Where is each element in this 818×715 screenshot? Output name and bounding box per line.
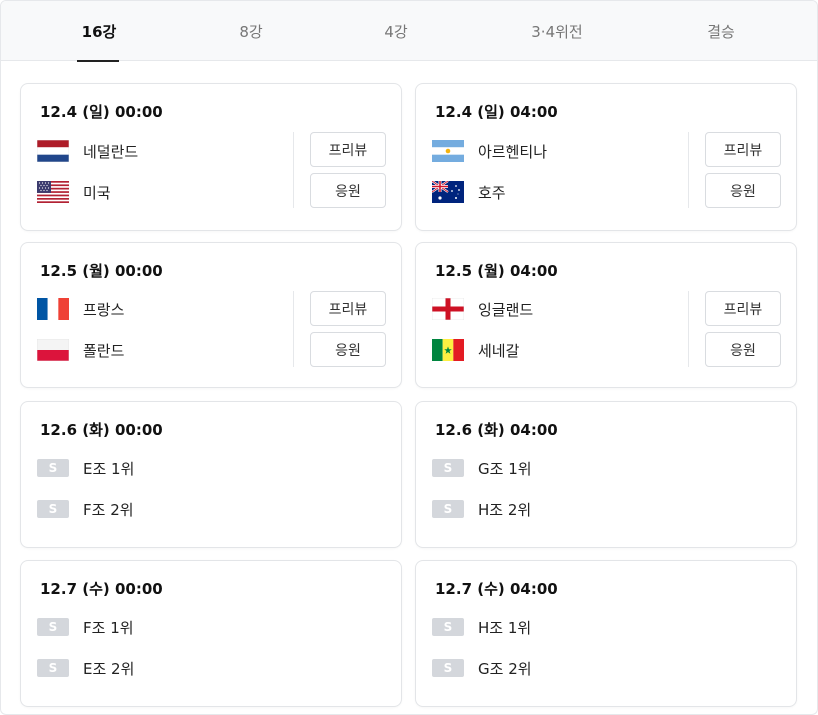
tab-third-place[interactable]: 3·4위전 <box>507 1 607 61</box>
cheer-button[interactable]: 응원 <box>705 332 781 367</box>
team-row: S E조 1위 <box>37 456 134 480</box>
team-row: S H조 2위 <box>432 497 531 521</box>
match-date: 12.4 (일) 00:00 <box>40 103 163 121</box>
match-date: 12.5 (월) 00:00 <box>40 262 163 280</box>
tbd-team-badge-icon: S <box>432 659 464 677</box>
team-name: 미국 <box>83 183 111 202</box>
preview-button[interactable]: 프리뷰 <box>705 291 781 326</box>
match-card: 12.7 (수) 04:00 S H조 1위 S G조 2위 <box>415 560 797 707</box>
team-name: 프랑스 <box>83 300 125 319</box>
tab-final[interactable]: 결승 <box>681 1 761 61</box>
preview-button[interactable]: 프리뷰 <box>705 132 781 167</box>
senegal-flag-icon <box>432 339 464 361</box>
team-row: 세네갈 <box>432 338 519 362</box>
team-row: 네덜란드 <box>37 139 138 163</box>
team-row: 호주 <box>432 180 506 204</box>
team-name: 네덜란드 <box>83 142 139 161</box>
team-row: S F조 2위 <box>37 497 134 521</box>
match-date: 12.6 (화) 00:00 <box>40 421 163 439</box>
tab-quarterfinal[interactable]: 8강 <box>211 1 291 61</box>
team-name: H조 2위 <box>478 500 532 519</box>
team-name: E조 2위 <box>83 659 135 678</box>
cheer-button[interactable]: 응원 <box>705 173 781 208</box>
tab-label: 결승 <box>707 22 735 41</box>
team-row: 잉글랜드 <box>432 297 533 321</box>
team-row: S E조 2위 <box>37 656 134 680</box>
australia-flag-icon <box>432 181 464 203</box>
match-date: 12.4 (일) 04:00 <box>435 103 558 121</box>
match-card: 12.7 (수) 00:00 S F조 1위 S E조 2위 <box>20 560 402 707</box>
match-card: 12.6 (화) 00:00 S E조 1위 S F조 2위 <box>20 401 402 548</box>
match-card: 12.4 (일) 00:00 네덜란드 미국 프리뷰 응원 <box>20 83 402 231</box>
france-flag-icon <box>37 298 69 320</box>
match-date: 12.7 (수) 04:00 <box>435 580 558 598</box>
team-row: 아르헨티나 <box>432 139 547 163</box>
team-row: S H조 1위 <box>432 615 531 639</box>
tab-label: 3·4위전 <box>531 22 583 41</box>
divider <box>688 132 689 208</box>
team-name: G조 2위 <box>478 659 532 678</box>
team-row: S G조 1위 <box>432 456 532 480</box>
tbd-team-badge-icon: S <box>37 659 69 677</box>
team-name: 세네갈 <box>478 341 520 360</box>
poland-flag-icon <box>37 339 69 361</box>
match-date: 12.7 (수) 00:00 <box>40 580 163 598</box>
tbd-team-badge-icon: S <box>37 500 69 518</box>
netherlands-flag-icon <box>37 140 69 162</box>
team-name: F조 2위 <box>83 500 134 519</box>
team-name: 폴란드 <box>83 341 125 360</box>
team-name: 호주 <box>478 183 506 202</box>
divider <box>293 291 294 367</box>
team-row: 프랑스 <box>37 297 124 321</box>
cheer-button[interactable]: 응원 <box>310 332 386 367</box>
argentina-flag-icon <box>432 140 464 162</box>
team-name: F조 1위 <box>83 618 134 637</box>
match-date: 12.5 (월) 04:00 <box>435 262 558 280</box>
tab-label: 8강 <box>239 22 263 41</box>
match-card: 12.6 (화) 04:00 S G조 1위 S H조 2위 <box>415 401 797 548</box>
match-card: 12.5 (월) 00:00 프랑스 폴란드 프리뷰 응원 <box>20 242 402 388</box>
team-row: S G조 2위 <box>432 656 532 680</box>
divider <box>293 132 294 208</box>
team-row: S F조 1위 <box>37 615 134 639</box>
team-name: E조 1위 <box>83 459 135 478</box>
team-row: 미국 <box>37 180 111 204</box>
tbd-team-badge-icon: S <box>432 500 464 518</box>
tab-semifinal[interactable]: 4강 <box>356 1 436 61</box>
match-card: 12.5 (월) 04:00 잉글랜드 세네갈 프리뷰 응원 <box>415 242 797 388</box>
tab-label: 4강 <box>384 22 408 41</box>
tbd-team-badge-icon: S <box>432 459 464 477</box>
preview-button[interactable]: 프리뷰 <box>310 132 386 167</box>
preview-button[interactable]: 프리뷰 <box>310 291 386 326</box>
tbd-team-badge-icon: S <box>37 459 69 477</box>
team-row: 폴란드 <box>37 338 124 362</box>
tab-label: 16강 <box>81 22 117 41</box>
cheer-button[interactable]: 응원 <box>310 173 386 208</box>
team-name: H조 1위 <box>478 618 532 637</box>
active-tab-underline <box>77 60 119 62</box>
round-tabs: 16강 8강 4강 3·4위전 결승 <box>1 1 817 62</box>
tab-round-of-16[interactable]: 16강 <box>59 1 139 62</box>
team-name: G조 1위 <box>478 459 532 478</box>
match-card: 12.4 (일) 04:00 아르헨티나 호주 프리뷰 응원 <box>415 83 797 231</box>
england-flag-icon <box>432 298 464 320</box>
tbd-team-badge-icon: S <box>37 618 69 636</box>
team-name: 잉글랜드 <box>478 300 534 319</box>
divider <box>688 291 689 367</box>
match-date: 12.6 (화) 04:00 <box>435 421 558 439</box>
tbd-team-badge-icon: S <box>432 618 464 636</box>
bracket-panel: 16강 8강 4강 3·4위전 결승 12.4 (일) 00:00 네덜란드 미… <box>0 0 818 715</box>
usa-flag-icon <box>37 181 69 203</box>
team-name: 아르헨티나 <box>478 142 548 161</box>
